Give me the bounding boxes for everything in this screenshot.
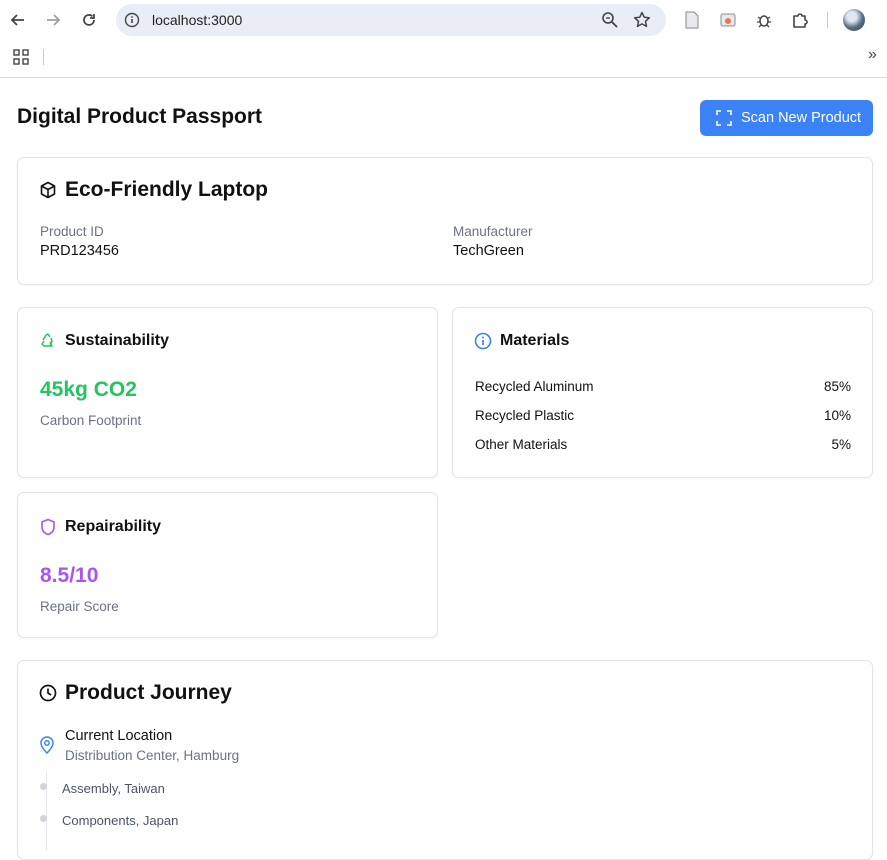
timeline-dot bbox=[40, 815, 47, 822]
info-icon bbox=[474, 332, 492, 350]
product-header: Eco-Friendly Laptop bbox=[39, 178, 268, 202]
manufacturer-label: Manufacturer bbox=[453, 224, 533, 239]
scan-icon bbox=[716, 110, 732, 126]
recycle-icon bbox=[41, 333, 53, 347]
scan-button-label: Scan New Product bbox=[741, 110, 862, 126]
page-title: Digital Product Passport bbox=[17, 105, 263, 128]
material-row: Recycled Plastic 10% bbox=[475, 408, 851, 423]
browser-chrome: localhost:3000 » bbox=[0, 0, 887, 78]
extensions-puzzle-icon[interactable] bbox=[789, 9, 811, 31]
product-name: Eco-Friendly Laptop bbox=[65, 178, 269, 201]
material-row: Recycled Aluminum 85% bbox=[475, 379, 851, 394]
profile-avatar[interactable] bbox=[843, 9, 865, 31]
timeline-dot bbox=[40, 783, 47, 790]
zoom-icon[interactable] bbox=[600, 10, 620, 30]
apps-grid-icon[interactable] bbox=[13, 49, 29, 65]
repairability-title: Repairability bbox=[65, 518, 162, 535]
url-text[interactable]: localhost:3000 bbox=[152, 12, 242, 28]
chevron-double-right-icon[interactable]: » bbox=[868, 46, 877, 64]
address-bar[interactable]: localhost:3000 bbox=[116, 4, 666, 36]
scan-new-product-button[interactable]: Scan New Product bbox=[700, 100, 873, 136]
repairability-header: Repairability bbox=[39, 518, 161, 536]
reload-icon[interactable] bbox=[77, 8, 101, 32]
sustainability-title: Sustainability bbox=[65, 332, 170, 349]
journey-header: Product Journey bbox=[39, 681, 232, 705]
product-id-label: Product ID bbox=[40, 224, 104, 239]
material-percent: 85% bbox=[823, 379, 851, 394]
browser-toolbar: localhost:3000 bbox=[0, 0, 887, 40]
map-pin-icon bbox=[40, 736, 54, 754]
journey-stop: Components, Japan bbox=[62, 813, 179, 828]
materials-title: Materials bbox=[500, 332, 570, 349]
shield-icon bbox=[41, 518, 55, 536]
cube-icon bbox=[40, 181, 56, 199]
clock-icon bbox=[39, 684, 57, 702]
site-info-icon[interactable] bbox=[124, 12, 140, 28]
bug-icon[interactable] bbox=[753, 9, 775, 31]
current-location-value: Distribution Center, Hamburg bbox=[65, 748, 240, 763]
back-icon[interactable] bbox=[6, 8, 30, 32]
repair-score-caption: Repair Score bbox=[40, 599, 119, 614]
product-journey-card: Product Journey Current Location Distrib… bbox=[17, 660, 873, 860]
material-percent: 10% bbox=[823, 408, 851, 423]
product-card: Eco-Friendly Laptop Product ID PRD123456… bbox=[17, 157, 873, 285]
product-id-value: PRD123456 bbox=[40, 243, 119, 259]
materials-header: Materials bbox=[474, 332, 569, 350]
bookmarks-bar: » bbox=[0, 40, 887, 78]
sustainability-header: Sustainability bbox=[39, 332, 169, 350]
material-percent: 5% bbox=[831, 437, 851, 452]
extension-image-icon[interactable] bbox=[717, 9, 739, 31]
carbon-footprint-caption: Carbon Footprint bbox=[40, 413, 142, 428]
sustainability-card: Sustainability 45kg CO2 Carbon Footprint bbox=[17, 307, 438, 478]
journey-title: Product Journey bbox=[65, 681, 232, 704]
timeline-line bbox=[46, 771, 47, 851]
page-content: Digital Product Passport Scan New Produc… bbox=[0, 79, 887, 860]
journey-stop: Assembly, Taiwan bbox=[62, 781, 165, 796]
material-name: Recycled Aluminum bbox=[475, 379, 594, 394]
bookmark-star-icon[interactable] bbox=[632, 10, 652, 30]
manufacturer-value: TechGreen bbox=[453, 243, 524, 259]
bookmarks-divider bbox=[43, 49, 44, 65]
material-name: Other Materials bbox=[475, 437, 568, 452]
repairability-card: Repairability 8.5/10 Repair Score bbox=[17, 492, 438, 638]
document-icon[interactable] bbox=[681, 9, 703, 31]
repair-score-value: 8.5/10 bbox=[40, 564, 99, 587]
current-location-label: Current Location bbox=[65, 728, 173, 744]
material-row: Other Materials 5% bbox=[475, 437, 851, 452]
material-name: Recycled Plastic bbox=[475, 408, 575, 423]
toolbar-divider bbox=[827, 12, 828, 28]
materials-card: Materials Recycled Aluminum 85% Recycled… bbox=[452, 307, 873, 478]
carbon-footprint-value: 45kg CO2 bbox=[40, 378, 137, 401]
forward-icon[interactable] bbox=[41, 8, 65, 32]
